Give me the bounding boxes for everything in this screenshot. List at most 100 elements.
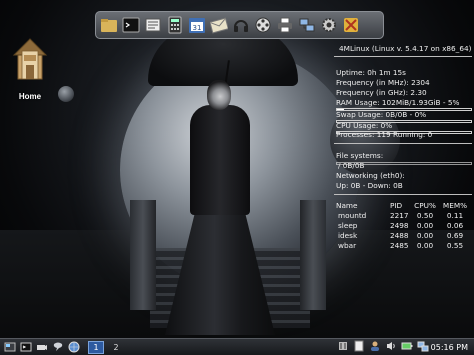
monitor-networking-title: Networking (eth0): (336, 171, 405, 180)
terminal-icon (122, 17, 140, 33)
globe-icon (68, 341, 80, 353)
monitor-ram-usage: RAM Usage: 102MiB/1.93GiB - 5% (336, 98, 460, 107)
desktop-icon-label: Home (18, 92, 42, 101)
dock-file-manager-button[interactable] (99, 15, 119, 35)
wallpaper-figure-body (190, 105, 250, 215)
monitor-uptime: Uptime: 0h 1m 15s (336, 68, 406, 77)
calendar-day-text: 31 (193, 24, 202, 32)
tray-mixer-button[interactable] (337, 340, 349, 352)
process-row: sleep 2498 0.00 0.06 (336, 221, 470, 231)
process-mem: 0.06 (446, 220, 464, 230)
process-mem: 0.11 (446, 211, 464, 221)
taskbar-clock[interactable]: 05:16 PM (431, 340, 468, 355)
wallpaper-pillar-right (300, 200, 326, 310)
battery-icon (401, 342, 413, 350)
process-table-header: Name PID CPU% MEM% (336, 201, 470, 211)
dock-settings-button[interactable] (319, 15, 339, 35)
process-row: wbar 2485 0.00 0.55 (336, 240, 470, 250)
taskbar-camera-button[interactable] (36, 341, 48, 353)
tray-battery-button[interactable] (401, 340, 413, 352)
dock-calculator-button[interactable] (165, 15, 185, 35)
process-name: wbar (338, 240, 357, 250)
camera-icon (37, 345, 47, 350)
wallpaper-pillar-left (130, 200, 156, 310)
process-col-pid-header: PID (390, 201, 403, 211)
monitor-separator (334, 143, 472, 144)
desktop-icon-home[interactable]: Home (10, 33, 50, 105)
process-pid: 2217 (390, 211, 409, 221)
monitor-filesystems-title: File systems: (336, 151, 384, 160)
tools-icon (344, 18, 358, 32)
system-tray (333, 340, 429, 352)
process-name: sleep (338, 220, 358, 230)
tray-user-button[interactable] (369, 340, 381, 352)
user-icon (371, 341, 379, 351)
wallpaper-figure-head (207, 80, 231, 110)
film-reel-icon (255, 17, 271, 33)
calendar-icon: 31 (189, 18, 205, 33)
fs-usage-bar (336, 162, 472, 165)
system-monitor-widget: 4MLinux (Linux v. 5.4.17 on x86_64) Upti… (334, 44, 474, 254)
volume-icon (387, 342, 395, 350)
wallpaper-planet-left (58, 86, 74, 102)
workspace-1-button[interactable]: 1 (88, 340, 104, 354)
monitor-freq-ghz: Frequency (in GHz): 2.30 (336, 88, 427, 97)
taskbar: 1 2 05:16 PM (0, 338, 474, 355)
taskbar-terminal-button[interactable] (20, 341, 32, 353)
process-col-mem-header: MEM% (442, 201, 468, 211)
tray-network-button[interactable] (417, 340, 429, 352)
process-col-cpu-header: CPU% (414, 201, 436, 211)
process-row: mountd 2217 0.50 0.11 (336, 211, 470, 221)
process-name: mountd (338, 211, 367, 221)
workspace-2-button[interactable]: 2 (108, 341, 124, 354)
dock-printer-button[interactable] (275, 15, 295, 35)
process-table: Name PID CPU% MEM% mountd 2217 0.50 0.11… (336, 201, 470, 250)
dock-video-button[interactable] (253, 15, 273, 35)
process-row: idesk 2488 0.00 0.69 (336, 230, 470, 240)
monitor-separator (334, 56, 472, 57)
tray-document-button[interactable] (353, 340, 365, 352)
monitor-swap-usage: Swap Usage: 0B/0B - 0% (336, 110, 427, 119)
dock-mail-button[interactable] (209, 15, 229, 35)
taskbar-messenger-button[interactable] (52, 341, 64, 353)
process-pid: 2485 (390, 240, 409, 250)
process-cpu: 0.00 (416, 240, 434, 250)
process-pid: 2488 (390, 230, 409, 240)
process-cpu: 0.00 (416, 230, 434, 240)
application-dock: 31 (95, 11, 384, 39)
monitor-freq-mhz: Frequency (in MHz): 2304 (336, 78, 430, 87)
document-icon (354, 340, 364, 352)
monitor-networking-rates: Up: 0B - Down: 0B (336, 181, 403, 190)
network-icon (299, 18, 315, 32)
process-mem: 0.69 (446, 230, 464, 240)
terminal-icon (20, 342, 32, 352)
monitor-separator (334, 194, 472, 195)
text-editor-icon (145, 18, 161, 32)
printer-icon (278, 17, 292, 33)
process-name: idesk (338, 230, 358, 240)
dock-audio-button[interactable] (231, 15, 251, 35)
settings-gear-icon (322, 18, 336, 32)
process-cpu: 0.50 (416, 211, 434, 221)
file-manager-icon (101, 19, 117, 32)
calculator-icon (168, 16, 182, 34)
monitor-header: 4MLinux (Linux v. 5.4.17 on x86_64) (339, 44, 472, 53)
taskbar-browser-button[interactable] (68, 341, 80, 353)
dock-text-editor-button[interactable] (143, 15, 163, 35)
dock-calendar-button[interactable]: 31 (187, 15, 207, 35)
dock-network-button[interactable] (297, 15, 317, 35)
dock-tools-button[interactable] (341, 15, 361, 35)
process-cpu: 0.00 (416, 220, 434, 230)
process-col-name-header: Name (336, 201, 358, 211)
tray-volume-button[interactable] (385, 340, 397, 352)
dock-terminal-button[interactable] (121, 15, 141, 35)
messenger-icon (53, 342, 63, 351)
taskbar-launcher-button[interactable] (4, 341, 16, 353)
mail-icon (210, 17, 228, 34)
process-mem: 0.55 (446, 240, 464, 250)
network-icon (417, 341, 429, 352)
mixer-icon (339, 342, 347, 350)
home-folder-icon (12, 38, 48, 80)
process-pid: 2498 (390, 220, 409, 230)
monitor-processes: Processes: 119 Running: 0 (336, 130, 433, 139)
